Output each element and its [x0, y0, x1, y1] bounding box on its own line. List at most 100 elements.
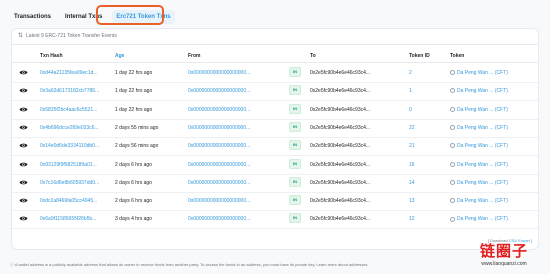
token-name: Da Peng Wan ... (CFT) — [457, 198, 508, 205]
table-row: 0x93129f9f5825189a01... 2 days 6 hrs ago 0… — [12, 156, 538, 175]
txn-hash-link[interactable]: 0x5825f2bc4aac6c5521... — [40, 107, 112, 113]
table-row: 0x6a9f11585655f26b5b... 3 days 4 hrs ago 0… — [12, 210, 538, 230]
col-header-txn-hash: Txn Hash — [40, 53, 63, 59]
token-icon — [450, 125, 455, 131]
eye-icon[interactable] — [19, 69, 28, 76]
token-icon — [450, 161, 455, 167]
direction-badge: IN — [289, 195, 301, 206]
token-icon — [450, 179, 455, 185]
header-divider — [12, 62, 538, 63]
to-address: 0x2e5fc90b4e6e46c93c4... — [310, 216, 371, 223]
from-address-link[interactable]: 0x0000000000000000000... — [188, 162, 284, 168]
token-id-link[interactable]: 13 — [409, 198, 445, 204]
txn-hash-link[interactable]: 0x4b696dcce269e023c6... — [40, 125, 112, 131]
token-id-link[interactable]: 16 — [409, 162, 445, 168]
token-link[interactable]: Da Peng Wan ... (CFT) — [450, 107, 534, 113]
col-header-age[interactable]: Age — [115, 53, 124, 59]
direction-badge: IN — [289, 140, 301, 151]
from-address-link[interactable]: 0x0000000000000000000... — [188, 107, 284, 113]
txn-hash-link[interactable]: 0x14e0d6de3334110db0... — [40, 143, 112, 149]
info-icon: ⓘ — [10, 262, 14, 267]
txn-hash-link[interactable]: 0xdc2a8466fa05cc4045... — [40, 198, 112, 204]
txn-hash-link[interactable]: 0x3a62d6173182cb7786... — [40, 88, 112, 94]
token-id-link[interactable]: 2 — [409, 70, 445, 76]
footer-note: ⓘ A wallet address is a publicly availab… — [10, 262, 410, 268]
age-text: 1 day 22 hrs ago — [115, 106, 153, 113]
col-header-to: To — [310, 53, 316, 59]
divider — [12, 44, 538, 45]
eye-icon[interactable] — [19, 87, 28, 94]
table-row: 0x14e0d6de3334110db0... 2 days 56 mins ag… — [12, 137, 538, 157]
token-name: Da Peng Wan ... (CFT) — [457, 88, 508, 95]
txn-hash-link[interactable]: 0x6a9f11585655f26b5b... — [40, 216, 112, 222]
age-text: 2 days 56 mins ago — [115, 143, 159, 150]
direction-badge: IN — [289, 158, 301, 169]
token-name: Da Peng Wan ... (CFT) — [457, 106, 508, 113]
token-name: Da Peng Wan ... (CFT) — [457, 216, 508, 223]
eye-icon[interactable] — [19, 124, 28, 131]
eye-icon[interactable] — [19, 179, 28, 186]
watermark-sub: www.liaoquanzi.com — [481, 260, 527, 267]
col-header-from: From — [188, 53, 201, 59]
table-row: 0xdc2a8466fa05cc4045... 2 days 6 hrs ago 0… — [12, 192, 538, 212]
to-address: 0x2e5fc90b4e6e46c93c4... — [310, 70, 371, 76]
watermark-logo: 链圈子 www.liaoquanzi.com — [462, 236, 546, 270]
tab-transactions[interactable]: Transactions — [10, 10, 55, 24]
to-address: 0x2e5fc90b4e6e46c93c4... — [310, 88, 371, 95]
token-link[interactable]: Da Peng Wan ... (CFT) — [450, 143, 534, 149]
age-text: 1 day 22 hrs ago — [115, 70, 153, 76]
token-transfers-card: ⇅ Latest 9 ERC-721 Token Transfer Events… — [11, 28, 539, 250]
token-link[interactable]: Da Peng Wan ... (CFT) — [450, 180, 534, 186]
direction-badge: IN — [289, 121, 301, 132]
from-address-link[interactable]: 0x0000000000000000000... — [188, 180, 284, 186]
token-name: Da Peng Wan ... (CFT) — [457, 179, 508, 186]
token-icon — [450, 198, 455, 204]
from-address-link[interactable]: 0x0000000000000000000... — [188, 88, 284, 94]
from-address-link[interactable]: 0x0000000000000000000... — [188, 216, 284, 222]
txn-hash-link[interactable]: 0xd44a21135fea09ec1d... — [40, 70, 112, 76]
token-icon — [450, 88, 455, 94]
age-text: 2 days 6 hrs ago — [115, 179, 152, 186]
from-address-link[interactable]: 0x0000000000000000000... — [188, 198, 284, 204]
token-icon — [450, 70, 455, 76]
eye-icon[interactable] — [19, 106, 28, 113]
token-name: Da Peng Wan ... (CFT) — [457, 143, 508, 150]
token-id-link[interactable]: 14 — [409, 180, 445, 186]
token-id-link[interactable]: 0 — [409, 107, 445, 113]
token-link[interactable]: Da Peng Wan ... (CFT) — [450, 216, 534, 222]
summary: ⇅ Latest 9 ERC-721 Token Transfer Events — [18, 32, 117, 40]
token-id-link[interactable]: 1 — [409, 88, 445, 94]
table-row: 0x4b696dcce269e023c6... 2 days 55 mins ag… — [12, 119, 538, 138]
token-link[interactable]: Da Peng Wan ... (CFT) — [450, 162, 534, 168]
age-text: 2 days 55 mins ago — [115, 124, 159, 131]
from-address-link[interactable]: 0x0000000000000000000... — [188, 125, 284, 131]
to-address: 0x2e5fc90b4e6e46c93c4... — [310, 143, 371, 150]
from-address-link[interactable]: 0x0000000000000000000... — [188, 143, 284, 149]
eye-icon[interactable] — [19, 197, 28, 204]
eye-icon[interactable] — [19, 215, 28, 222]
eye-icon[interactable] — [19, 161, 28, 168]
token-id-link[interactable]: 21 — [409, 143, 445, 149]
to-address: 0x2e5fc90b4e6e46c93c4... — [310, 124, 371, 131]
eye-icon[interactable] — [19, 142, 28, 149]
token-id-link[interactable]: 12 — [409, 216, 445, 222]
token-id-link[interactable]: 22 — [409, 125, 445, 131]
token-link[interactable]: Da Peng Wan ... (CFT) — [450, 125, 534, 131]
direction-badge: IN — [289, 67, 301, 77]
token-link[interactable]: Da Peng Wan ... (CFT) — [450, 70, 534, 76]
token-link[interactable]: Da Peng Wan ... (CFT) — [450, 88, 534, 94]
token-link[interactable]: Da Peng Wan ... (CFT) — [450, 198, 534, 204]
txn-hash-link[interactable]: 0x7c16d6e8b605937dd0... — [40, 180, 112, 186]
watermark-main: 链圈子 — [479, 242, 528, 260]
token-icon — [450, 143, 455, 149]
sort-icon: ⇅ — [18, 33, 24, 39]
col-header-token-id: Token ID — [409, 53, 430, 59]
age-text: 3 days 4 hrs ago — [115, 216, 152, 223]
table-row: 0x5825f2bc4aac6c5521... 1 day 22 hrs ago 0… — [12, 101, 538, 120]
age-text: 2 days 6 hrs ago — [115, 198, 152, 205]
footer-note-text: A wallet address is a publicly available… — [14, 262, 368, 267]
txn-hash-link[interactable]: 0x93129f9f5825189a01... — [40, 162, 112, 168]
direction-badge: IN — [289, 213, 301, 224]
tab-highlight-outline — [96, 5, 164, 25]
from-address-link[interactable]: 0x0000000000000000000... — [188, 70, 284, 76]
